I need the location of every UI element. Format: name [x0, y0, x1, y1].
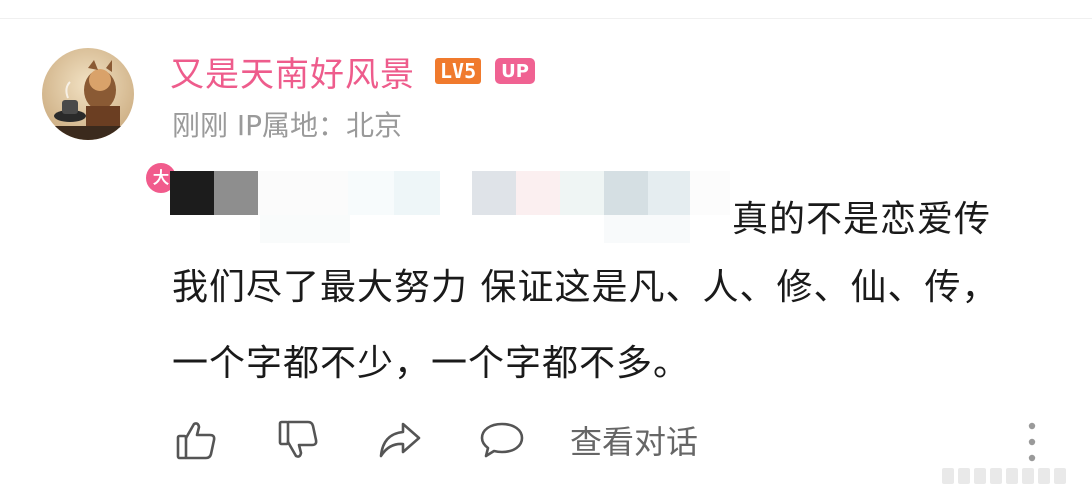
avatar-image	[42, 48, 134, 140]
comment-text-line-1: 真的不是恋爱传	[732, 199, 992, 240]
level-badge: LV5	[435, 58, 482, 84]
view-conversation-link[interactable]: 查看对话	[570, 417, 698, 463]
comment-text-line-2: 我们尽了最大努力 保证这是凡、人、修、仙、传，	[172, 267, 999, 308]
comment-meta: 刚刚 IP属地：北京	[172, 109, 403, 142]
redacted-text-block	[170, 171, 730, 243]
thumbs-up-icon[interactable]	[170, 414, 222, 466]
comment-icon[interactable]	[476, 414, 528, 466]
share-icon[interactable]	[374, 414, 426, 466]
more-vertical-icon[interactable]	[1024, 420, 1040, 464]
comment-text-line-3: 一个字都不少，一个字都不多。	[172, 343, 691, 384]
username[interactable]: 又是天南好风景	[170, 47, 415, 96]
up-badge: UP	[495, 58, 535, 84]
author-row: 又是天南好风景 LV5 UP	[170, 46, 535, 96]
thumbs-down-icon[interactable]	[272, 414, 324, 466]
avatar[interactable]: 大	[42, 48, 179, 196]
comment-actions: 查看对话	[170, 414, 698, 466]
top-divider	[0, 0, 1092, 19]
watermark	[940, 464, 1080, 488]
